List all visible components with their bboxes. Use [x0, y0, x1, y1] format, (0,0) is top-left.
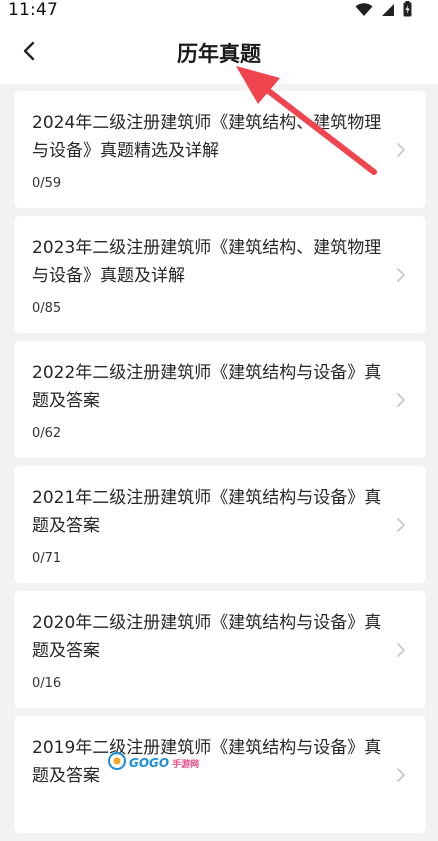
battery-icon — [403, 1, 412, 21]
wifi-icon — [355, 2, 373, 21]
status-time: 11:47 — [8, 0, 58, 20]
paper-item-2021[interactable]: 2021年二级注册建筑师《建筑结构与设备》真题及答案 0/71 — [14, 466, 426, 583]
page-title: 历年真题 — [177, 42, 261, 66]
chevron-right-icon — [397, 392, 405, 407]
paper-item-2020[interactable]: 2020年二级注册建筑师《建筑结构与设备》真题及答案 0/16 — [14, 591, 426, 708]
status-icons — [355, 1, 412, 21]
paper-item-2023[interactable]: 2023年二级注册建筑师《建筑结构、建筑物理与设备》真题及详解 0/85 — [14, 216, 426, 333]
signal-icon — [381, 2, 395, 21]
chevron-right-icon — [397, 642, 405, 657]
chevron-right-icon — [397, 142, 405, 157]
chevron-right-icon — [397, 267, 405, 282]
paper-title: 2024年二级注册建筑师《建筑结构、建筑物理与设备》真题精选及详解 — [32, 113, 382, 161]
paper-list: 2024年二级注册建筑师《建筑结构、建筑物理与设备》真题精选及详解 0/59 2… — [14, 91, 426, 841]
app-header: 历年真题 — [0, 22, 438, 84]
paper-progress: 0/85 — [32, 301, 62, 316]
paper-progress: 0/59 — [32, 176, 62, 191]
paper-progress: 0/62 — [32, 426, 62, 441]
paper-progress: 0/16 — [32, 676, 62, 691]
paper-title: 2019年二级注册建筑师《建筑结构与设备》真题及答案 — [32, 738, 382, 786]
chevron-right-icon — [397, 767, 405, 782]
paper-item-2019[interactable]: 2019年二级注册建筑师《建筑结构与设备》真题及答案 — [14, 716, 426, 833]
paper-item-2024[interactable]: 2024年二级注册建筑师《建筑结构、建筑物理与设备》真题精选及详解 0/59 — [14, 91, 426, 208]
paper-title: 2023年二级注册建筑师《建筑结构、建筑物理与设备》真题及详解 — [32, 238, 382, 286]
paper-title: 2022年二级注册建筑师《建筑结构与设备》真题及答案 — [32, 363, 382, 411]
paper-progress: 0/71 — [32, 551, 62, 566]
paper-title: 2021年二级注册建筑师《建筑结构与设备》真题及答案 — [32, 488, 382, 536]
paper-title: 2020年二级注册建筑师《建筑结构与设备》真题及答案 — [32, 613, 382, 661]
status-bar: 11:47 — [0, 0, 438, 22]
chevron-right-icon — [397, 517, 405, 532]
paper-item-2022[interactable]: 2022年二级注册建筑师《建筑结构与设备》真题及答案 0/62 — [14, 341, 426, 458]
